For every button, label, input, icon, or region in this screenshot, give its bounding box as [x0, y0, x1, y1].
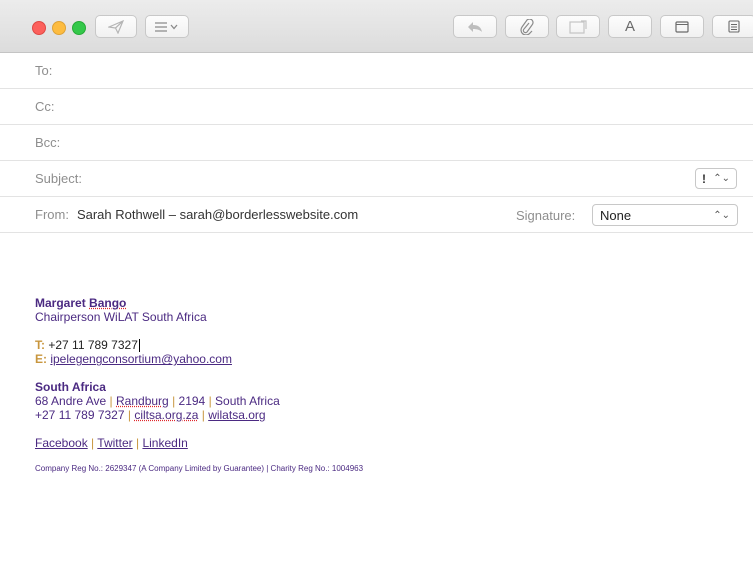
chevron-updown-icon: ⌃⌄ [713, 209, 730, 221]
addr-code: 2194 [178, 394, 206, 409]
chevron-updown-icon: ⌃⌄ [713, 173, 730, 184]
photo-browser-button[interactable] [556, 15, 600, 38]
separator: | [135, 436, 140, 451]
email-label: E: [35, 352, 47, 367]
attach-button[interactable] [505, 15, 549, 38]
email-link[interactable]: ipelegengconsortium@yahoo.com [50, 352, 232, 366]
from-select[interactable]: Sarah Rothwell – sarah@borderlesswebsite… [77, 207, 358, 222]
font-letter: A [624, 18, 635, 35]
tel-label: T: [35, 338, 45, 352]
paper-plane-icon [108, 19, 124, 34]
separator: | [201, 408, 205, 423]
paperclip-icon [520, 18, 534, 35]
sig-name-first: Margaret [35, 296, 86, 310]
signature-select[interactable]: None ⌃⌄ [592, 204, 738, 226]
zoom-window-button[interactable] [72, 21, 86, 35]
to-label: To: [35, 63, 53, 78]
minimize-window-button[interactable] [52, 21, 66, 35]
sig-title: Chairperson WiLAT South Africa [35, 310, 207, 324]
to-row: To: [0, 52, 753, 89]
title-bar: A [0, 0, 753, 53]
close-window-button[interactable] [32, 21, 46, 35]
subject-row: Subject: ! ⌃⌄ [0, 160, 753, 197]
priority-select[interactable]: ! ⌃⌄ [695, 168, 737, 189]
company-reg-text: Company Reg No.: 2629347 (A Company Limi… [35, 464, 364, 474]
text-cursor [138, 339, 140, 353]
subject-label: Subject: [35, 171, 82, 186]
photo-browser-icon [569, 19, 587, 34]
to-field[interactable] [52, 52, 753, 89]
addr-country: South Africa [215, 394, 280, 409]
sig-name: Margaret Bango [35, 296, 735, 310]
sig-email-line: E: ipelegengconsortium@yahoo.com [35, 352, 735, 366]
send-button[interactable] [95, 15, 137, 38]
calendar-icon [728, 20, 740, 33]
signature-value: None [600, 207, 632, 223]
separator: | [91, 436, 95, 451]
message-body[interactable]: Margaret Bango Chairperson WiLAT South A… [35, 296, 735, 476]
cc-field[interactable] [54, 88, 753, 125]
reply-button[interactable] [453, 15, 497, 38]
separator: | [208, 394, 212, 409]
from-row: From: Sarah Rothwell – sarah@borderlessw… [0, 197, 753, 233]
separator: | [172, 394, 176, 409]
bcc-field[interactable] [60, 124, 753, 161]
priority-value: ! [702, 171, 706, 186]
linkedin-link[interactable]: LinkedIn [142, 436, 187, 450]
signature-label: Signature: [516, 208, 576, 223]
fonts-button[interactable]: A [608, 15, 652, 38]
tel-value: +27 11 789 7327 [48, 338, 138, 352]
site2-link[interactable]: wilatsa.org [208, 408, 265, 422]
separator: | [127, 408, 131, 423]
cc-label: Cc: [35, 99, 55, 114]
sig-contact: +27 11 789 7327 | ciltsa.org.za | wilats… [35, 408, 735, 422]
sig-tel-line: T: +27 11 789 7327 [35, 338, 735, 353]
from-label: From: [35, 207, 69, 222]
sig-address: 68 Andre Ave | Randburg | 2194 | South A… [35, 394, 735, 408]
sig-name-last: Bango [89, 296, 127, 310]
separator: | [109, 394, 113, 409]
calendar-button[interactable] [712, 15, 753, 38]
compose-window: A To: Cc: Bcc: Subject: ! ⌃⌄ From: Sarah… [0, 0, 753, 570]
site1-link[interactable]: ciltsa.org.za [134, 408, 198, 422]
bcc-label: Bcc: [35, 135, 61, 150]
reply-arrow-icon [468, 21, 482, 32]
phone2: +27 11 789 7327 [35, 408, 125, 423]
subject-field[interactable] [81, 160, 753, 197]
facebook-link[interactable]: Facebook [35, 436, 88, 450]
addr-city: Randburg [116, 394, 169, 409]
window-icon [675, 20, 689, 33]
social-links: Facebook | Twitter | LinkedIn [35, 436, 735, 450]
addr-street: 68 Andre Ave [35, 394, 107, 409]
window-button[interactable] [660, 15, 704, 38]
sig-region: South Africa [35, 380, 106, 395]
bcc-row: Bcc: [0, 124, 753, 161]
format-list-button[interactable] [145, 15, 189, 38]
list-icon [155, 21, 178, 32]
twitter-link[interactable]: Twitter [97, 436, 132, 450]
cc-row: Cc: [0, 88, 753, 125]
